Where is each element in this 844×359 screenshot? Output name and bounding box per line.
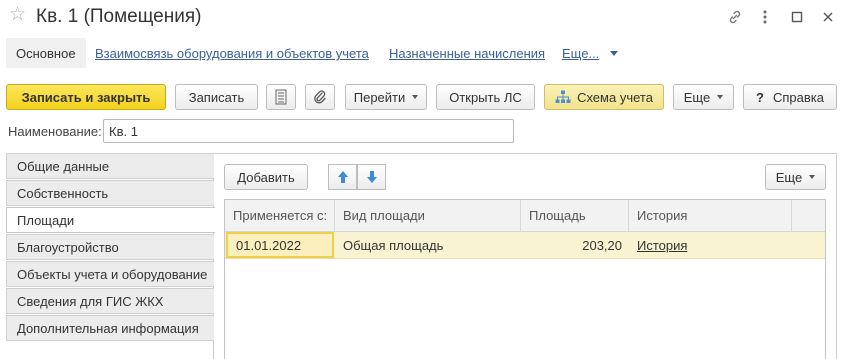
table-row[interactable]: 01.01.2022 Общая площадь 203,20 История [225,232,825,259]
paperclip-icon [314,90,326,104]
column-header-history[interactable]: История [629,200,792,231]
cell-area[interactable]: 203,20 [521,232,629,258]
goto-label: Перейти [353,89,406,105]
chevron-down-icon[interactable] [610,51,618,56]
grid-toolbar: Добавить Еще [214,154,837,198]
history-link[interactable]: История [637,238,687,253]
name-input[interactable] [103,119,514,143]
star-icon[interactable]: ☆ [9,5,26,25]
areas-panel: Добавить Еще Применяется с: Вид площади … [214,153,837,359]
document-list-icon [275,89,287,105]
caret-down-icon [809,175,816,179]
column-header-type[interactable]: Вид площади [335,200,521,231]
side-tabs: Общие данные Собственность Площади Благо… [6,153,215,359]
help-icon: ? [756,89,764,105]
side-tab-areas[interactable]: Площади [6,207,215,233]
report-button[interactable] [266,84,296,110]
grid-more-label: Еще [775,169,803,185]
window-controls [724,6,844,28]
arrow-up-icon [337,171,348,183]
side-tab-metering-objects[interactable]: Объекты учета и оборудование [6,261,214,287]
move-up-button[interactable] [328,164,357,190]
table-header: Применяется с: Вид площади Площадь Истор… [225,200,825,232]
side-tab-general[interactable]: Общие данные [6,153,214,179]
cell-date[interactable]: 01.01.2022 [226,232,334,258]
more-menu-button[interactable]: Еще [673,84,734,110]
close-icon[interactable] [817,6,839,28]
help-button[interactable]: ? Справка [743,84,837,110]
goto-menu-button[interactable]: Перейти [345,84,427,110]
column-header-date[interactable]: Применяется с: [225,200,335,231]
arrow-down-icon [366,171,377,183]
more-label: Еще [683,89,711,105]
more-vert-icon[interactable] [754,6,776,28]
nav-more-link[interactable]: Еще... [562,46,599,62]
save-close-button[interactable]: Записать и закрыть [6,84,166,110]
cell-type[interactable]: Общая площадь [335,232,521,258]
open-ls-button[interactable]: Открыть ЛС [436,84,535,110]
caret-down-icon [717,95,724,99]
move-down-button[interactable] [357,164,386,190]
areas-table: Применяется с: Вид площади Площадь Истор… [224,199,826,359]
help-label: Справка [772,89,824,105]
form-nav: Основное Взаимосвязь оборудования и объе… [0,36,844,70]
add-button[interactable]: Добавить [224,164,308,190]
name-label: Наименование: [8,124,102,139]
save-button[interactable]: Записать [175,84,258,110]
side-tab-ownership[interactable]: Собственность [6,180,214,206]
nav-link-equipment[interactable]: Взаимосвязь оборудования и объектов учет… [95,46,369,62]
side-tab-additional[interactable]: Дополнительная информация [6,315,214,341]
link-icon[interactable] [724,6,746,28]
window-title: Кв. 1 (Помещения) [36,6,202,27]
nav-link-charges[interactable]: Назначенные начисления [389,46,545,62]
scheme-label: Схема учета [577,89,653,105]
maximize-icon[interactable] [786,6,808,28]
hierarchy-icon [555,90,571,103]
title-bar: ☆ Кв. 1 (Помещения) [0,0,844,34]
caret-down-icon [412,95,419,99]
tab-main[interactable]: Основное [6,38,86,68]
side-tab-amenities[interactable]: Благоустройство [6,234,214,260]
side-tab-gis[interactable]: Сведения для ГИС ЖКХ [6,288,214,314]
scheme-button[interactable]: Схема учета [544,84,664,110]
attach-button[interactable] [305,84,335,110]
command-bar: Записать и закрыть Записать Перейти Откр… [0,82,844,112]
cell-history[interactable]: История [629,232,792,258]
grid-more-button[interactable]: Еще [765,164,826,190]
column-header-area[interactable]: Площадь [521,200,629,231]
